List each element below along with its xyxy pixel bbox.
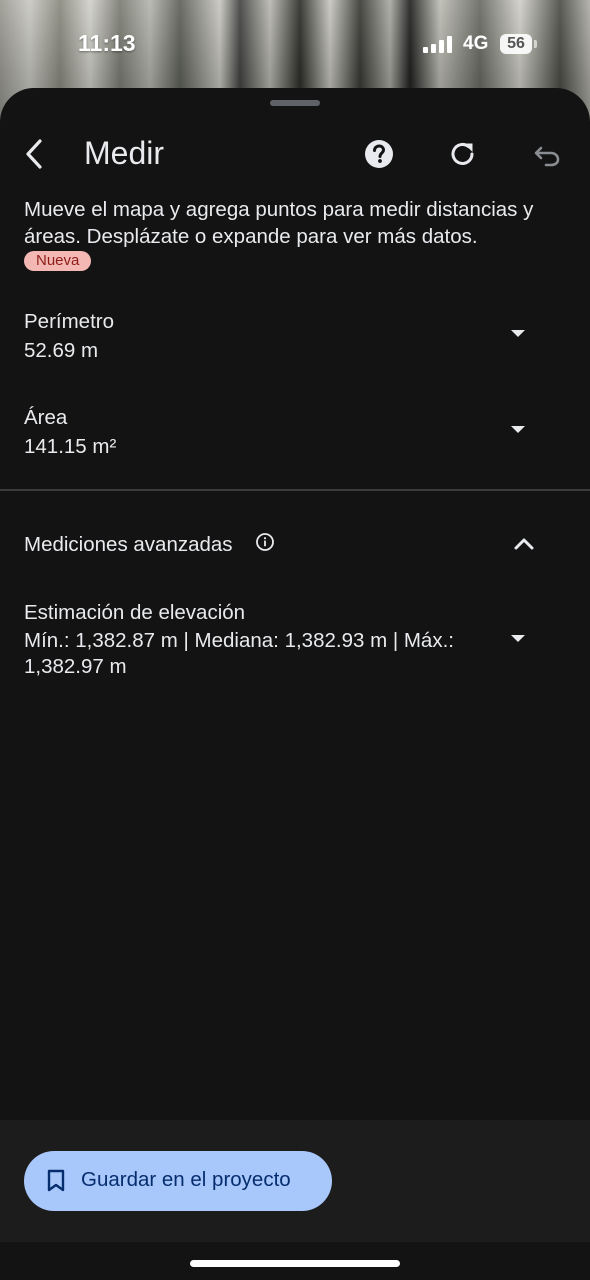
area-value: 141.15 m²: [24, 435, 117, 458]
bottom-action-area: Guardar en el proyecto: [0, 1120, 590, 1242]
bookmark-icon: [46, 1169, 66, 1193]
elevation-dropdown-icon[interactable]: [511, 635, 525, 642]
measure-bottom-sheet: Medir Mueve el mapa y agrega puntos para…: [0, 88, 590, 1280]
perimeter-dropdown-icon[interactable]: [511, 330, 525, 337]
info-icon[interactable]: [255, 532, 275, 552]
section-divider: [0, 489, 590, 491]
status-bar: 11:13 4G 56: [0, 0, 590, 90]
page-title: Medir: [84, 135, 165, 171]
network-type: 4G: [463, 33, 489, 54]
instructions-text: Mueve el mapa y agrega puntos para medir…: [24, 198, 534, 248]
home-indicator[interactable]: [190, 1260, 400, 1267]
top-bar: Medir: [0, 128, 590, 184]
save-button-label: Guardar en el proyecto: [81, 1168, 291, 1191]
undo-icon[interactable]: [532, 139, 562, 169]
perimeter-label: Perímetro: [24, 310, 114, 333]
area-row[interactable]: Área 141.15 m²: [0, 394, 590, 474]
back-arrow-icon[interactable]: [18, 136, 54, 172]
battery-icon: 56: [500, 34, 532, 54]
new-badge: Nueva: [24, 251, 92, 271]
area-label: Área: [24, 406, 68, 429]
help-icon[interactable]: [364, 139, 394, 169]
chevron-up-icon[interactable]: [511, 532, 537, 554]
elevation-value: Mín.: 1,382.87 m | Mediana: 1,382.93 m |…: [24, 629, 454, 678]
cellular-signal-icon: [423, 36, 453, 53]
advanced-measurements-title[interactable]: Mediciones avanzadas: [24, 533, 233, 557]
battery-nub: [534, 40, 537, 48]
status-time: 11:13: [78, 30, 136, 56]
sheet-drag-handle[interactable]: [270, 100, 320, 106]
perimeter-row[interactable]: Perímetro 52.69 m: [0, 298, 590, 378]
elevation-label: Estimación de elevación: [24, 601, 246, 624]
area-dropdown-icon[interactable]: [511, 426, 525, 433]
perimeter-value: 52.69 m: [24, 339, 99, 362]
refresh-icon[interactable]: [448, 139, 478, 169]
save-to-project-button[interactable]: Guardar en el proyecto: [24, 1151, 332, 1211]
